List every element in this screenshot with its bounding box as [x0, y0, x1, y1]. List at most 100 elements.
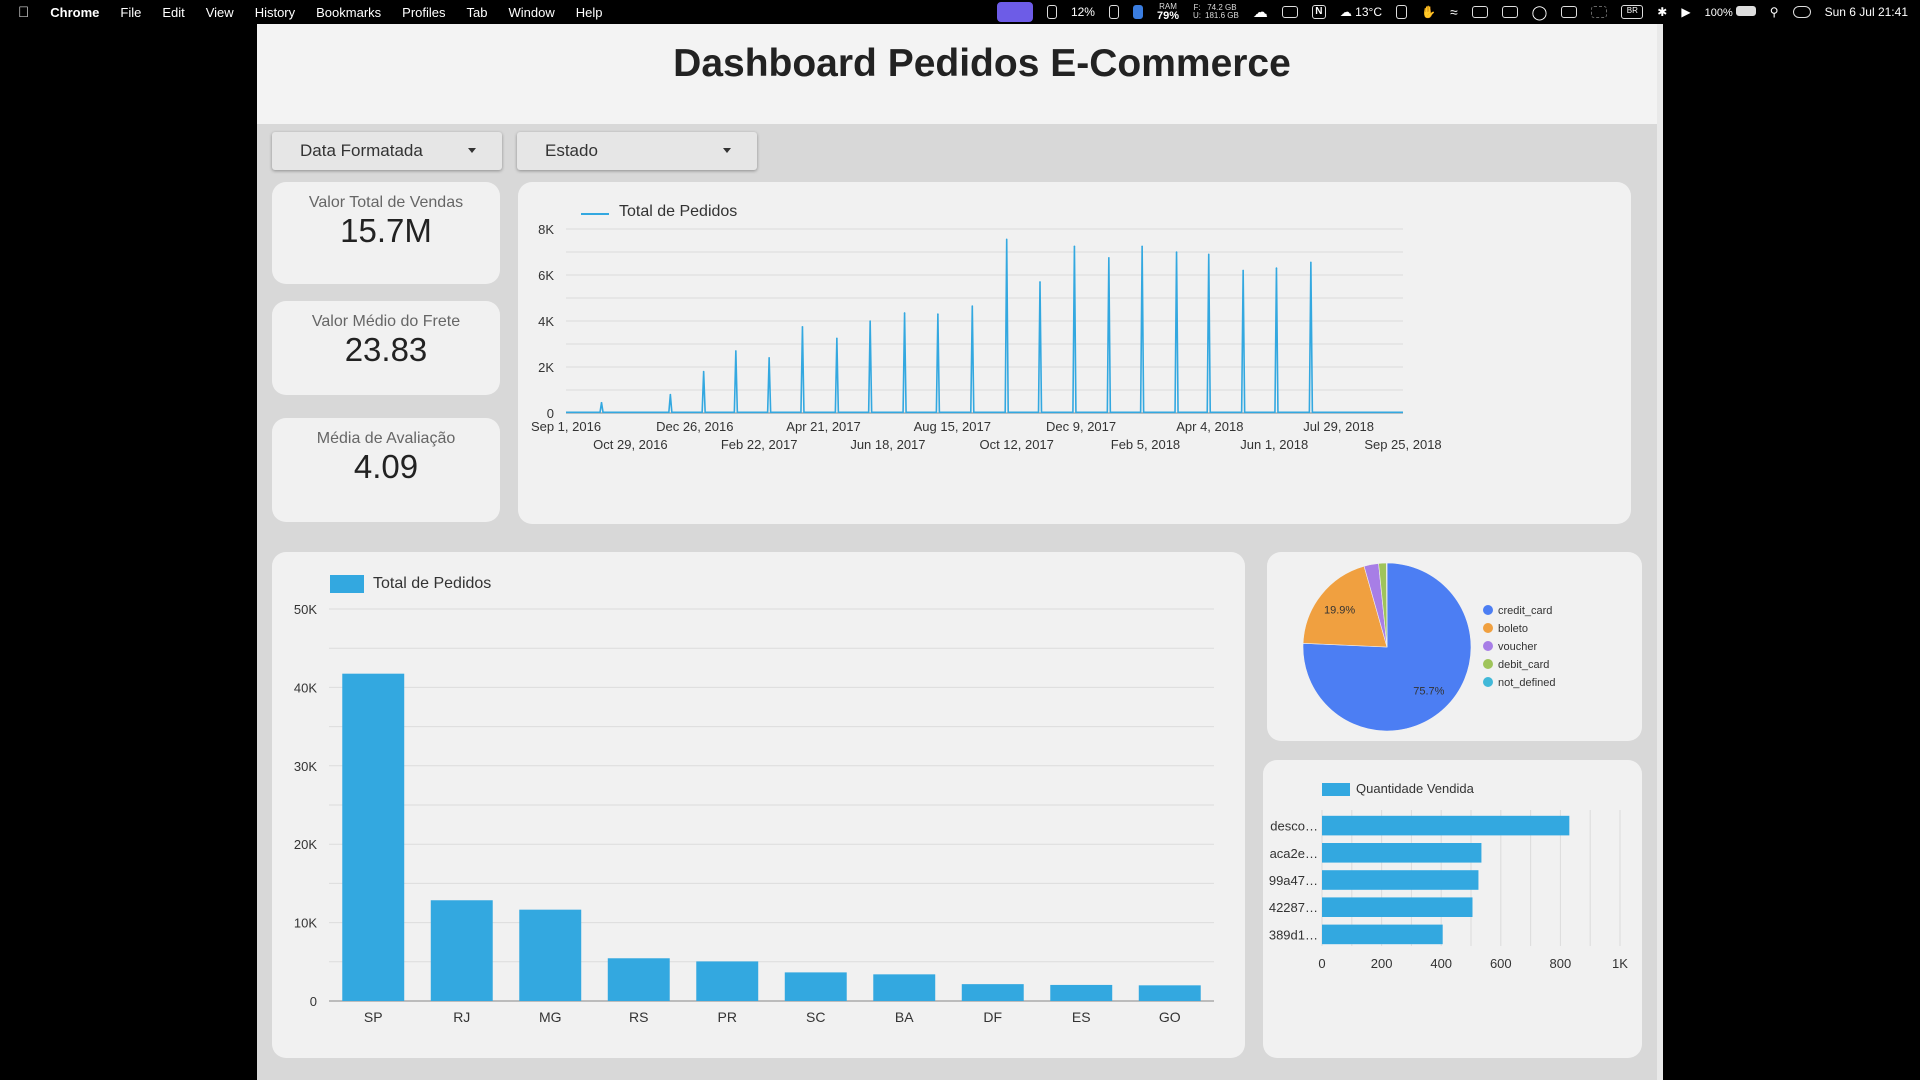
headphones-icon[interactable]: ◯ — [1532, 4, 1548, 21]
page-title: Dashboard Pedidos E-Commerce — [673, 42, 1291, 85]
data-point — [801, 325, 804, 328]
hand-icon[interactable]: ✋ — [1421, 5, 1436, 19]
window-dashed-icon[interactable] — [1591, 6, 1608, 18]
window-icon[interactable] — [1471, 6, 1488, 18]
x-tick-label: Sep 1, 2016 — [531, 419, 601, 434]
y-tick-label: desco… — [1270, 819, 1318, 834]
cpu-icon[interactable] — [1046, 5, 1057, 19]
menu-bookmarks[interactable]: Bookmarks — [316, 5, 381, 20]
data-point — [1207, 253, 1210, 256]
y-tick-label: 389d1… — [1269, 927, 1318, 942]
x-tick-label: Dec 26, 2016 — [656, 419, 733, 434]
kpi-value: 23.83 — [344, 331, 428, 368]
cpu-usage: 12% — [1070, 5, 1095, 19]
menu-history[interactable]: History — [255, 5, 295, 20]
search-icon[interactable]: ⚲ — [1770, 5, 1779, 19]
x-tick-label: GO — [1159, 1009, 1181, 1025]
menu-help[interactable]: Help — [576, 5, 603, 20]
legend-swatch — [1483, 659, 1493, 669]
monitor-icon[interactable] — [1501, 6, 1518, 18]
x-tick-label: Apr 4, 2018 — [1176, 419, 1243, 434]
data-point — [1108, 256, 1110, 259]
orders-timeline-card: Total de Pedidos 0 2K 4K 6K 8K Sep 1, 2016 Dec… — [518, 182, 1631, 524]
kpi-label: Valor Médio do Frete — [311, 313, 461, 330]
menu-window[interactable]: Window — [509, 5, 555, 20]
legend-swatch — [1483, 605, 1493, 615]
bar-mg — [519, 909, 582, 1001]
notion-icon[interactable]: N — [1311, 5, 1326, 19]
bar-product-2 — [1322, 843, 1482, 863]
orders-by-state-chart: 0 10K 20K 30K 40K 50K SP RJ MG RS PR SC BA DF ES GO — [294, 602, 1214, 1025]
bluetooth-icon[interactable]: ✱ — [1657, 5, 1667, 19]
cloud-icon[interactable]: ☁ — [1253, 3, 1268, 21]
bar-go — [1138, 985, 1201, 1001]
menu-app-name[interactable]: Chrome — [50, 5, 99, 20]
display-icon[interactable] — [1281, 6, 1298, 18]
wifi-icon[interactable]: ≈ — [1450, 4, 1458, 20]
scrollbar-track[interactable] — [1657, 24, 1663, 1080]
payment-type-card: 75.7% credit_card 19.9% boleto voucher debit_… — [1267, 552, 1642, 741]
menu-file[interactable]: File — [120, 5, 141, 20]
y-tick-label: 4K — [538, 314, 554, 329]
play-icon[interactable]: ▶ — [1681, 5, 1690, 19]
x-tick-label: RJ — [453, 1009, 470, 1025]
bar-rs — [607, 958, 670, 1001]
clock[interactable]: Sun 6 Jul 21:41 — [1825, 5, 1908, 19]
bar-product-3 — [1322, 870, 1479, 890]
x-tick-label: Jun 1, 2018 — [1240, 437, 1308, 452]
x-tick-label: Aug 15, 2017 — [914, 419, 991, 434]
y-tick-label: aca2e… — [1270, 846, 1318, 861]
dashboard-page: Dashboard Pedidos E-Commerce Data Format… — [257, 24, 1663, 1080]
x-tick-label: Feb 5, 2018 — [1111, 437, 1180, 452]
menu-tab[interactable]: Tab — [467, 5, 488, 20]
data-point — [1073, 245, 1076, 248]
kpi-total-sales: Valor Total de Vendas 15.7M — [272, 182, 500, 284]
top-products-chart: 0 200 400 600 800 1K desco… aca2e… 99a47… 42287… 3… — [1269, 810, 1628, 971]
x-tick-label: Oct 29, 2016 — [593, 437, 667, 452]
data-point — [1039, 281, 1041, 283]
menu-edit[interactable]: Edit — [162, 5, 184, 20]
date-filter-dropdown[interactable]: Data Formatada — [272, 132, 502, 170]
data-point — [903, 312, 906, 314]
legend-swatch — [1483, 641, 1493, 651]
gpu-icon[interactable] — [1132, 5, 1143, 19]
kpi-value: 4.09 — [353, 448, 419, 485]
state-filter-dropdown[interactable]: Estado — [517, 132, 757, 170]
clipboard-icon[interactable] — [1395, 5, 1407, 19]
x-tick-label: 800 — [1550, 956, 1572, 971]
control-center-icon[interactable] — [1792, 6, 1811, 18]
ram-readout[interactable]: RAM 79% — [1157, 2, 1179, 22]
battery-readout[interactable]: 100% — [1705, 5, 1756, 19]
y-tick-label: 6K — [538, 268, 554, 283]
weather-readout[interactable]: ☁ 13°C — [1340, 5, 1382, 19]
bar-df — [961, 984, 1024, 1001]
bar-es — [1050, 984, 1113, 1001]
legend-label: boleto — [1498, 623, 1528, 635]
y-tick-label: 8K — [538, 222, 554, 237]
y-tick-label: 0 — [310, 994, 317, 1009]
x-tick-label: 400 — [1430, 956, 1452, 971]
input-source-icon[interactable]: BR — [1621, 5, 1644, 19]
menu-view[interactable]: View — [206, 5, 234, 20]
x-tick-label: MG — [539, 1009, 562, 1025]
bar-ba — [873, 974, 936, 1001]
bar-sc — [784, 972, 847, 1001]
data-point — [600, 401, 603, 404]
disk-readout[interactable]: F: U: 74.2 GB 181.6 GB — [1193, 4, 1239, 20]
memory-icon[interactable] — [1108, 5, 1119, 19]
menu-profiles[interactable]: Profiles — [402, 5, 445, 20]
y-tick-label: 99a47… — [1269, 873, 1318, 888]
pie-data-label: 75.7% — [1413, 686, 1444, 698]
legend-label: not_defined — [1498, 677, 1556, 689]
orders-timeline-chart: 02K4K6K8KSep 1, 2016 Dec 26, 2016 Apr 21, … — [531, 222, 1442, 452]
pie-data-label: 19.9% — [1324, 604, 1355, 616]
x-tick-label: PR — [718, 1009, 737, 1025]
apple-icon[interactable]:  — [18, 4, 29, 21]
legend-label: debit_card — [1498, 659, 1549, 671]
memory-chip-icon[interactable] — [1561, 6, 1578, 18]
screen-share-icon[interactable] — [996, 2, 1033, 22]
kpi-label: Média de Avaliação — [316, 430, 456, 447]
y-tick-label: 10K — [294, 916, 317, 931]
x-tick-label: ES — [1072, 1009, 1091, 1025]
x-tick-label: Apr 21, 2017 — [786, 419, 860, 434]
